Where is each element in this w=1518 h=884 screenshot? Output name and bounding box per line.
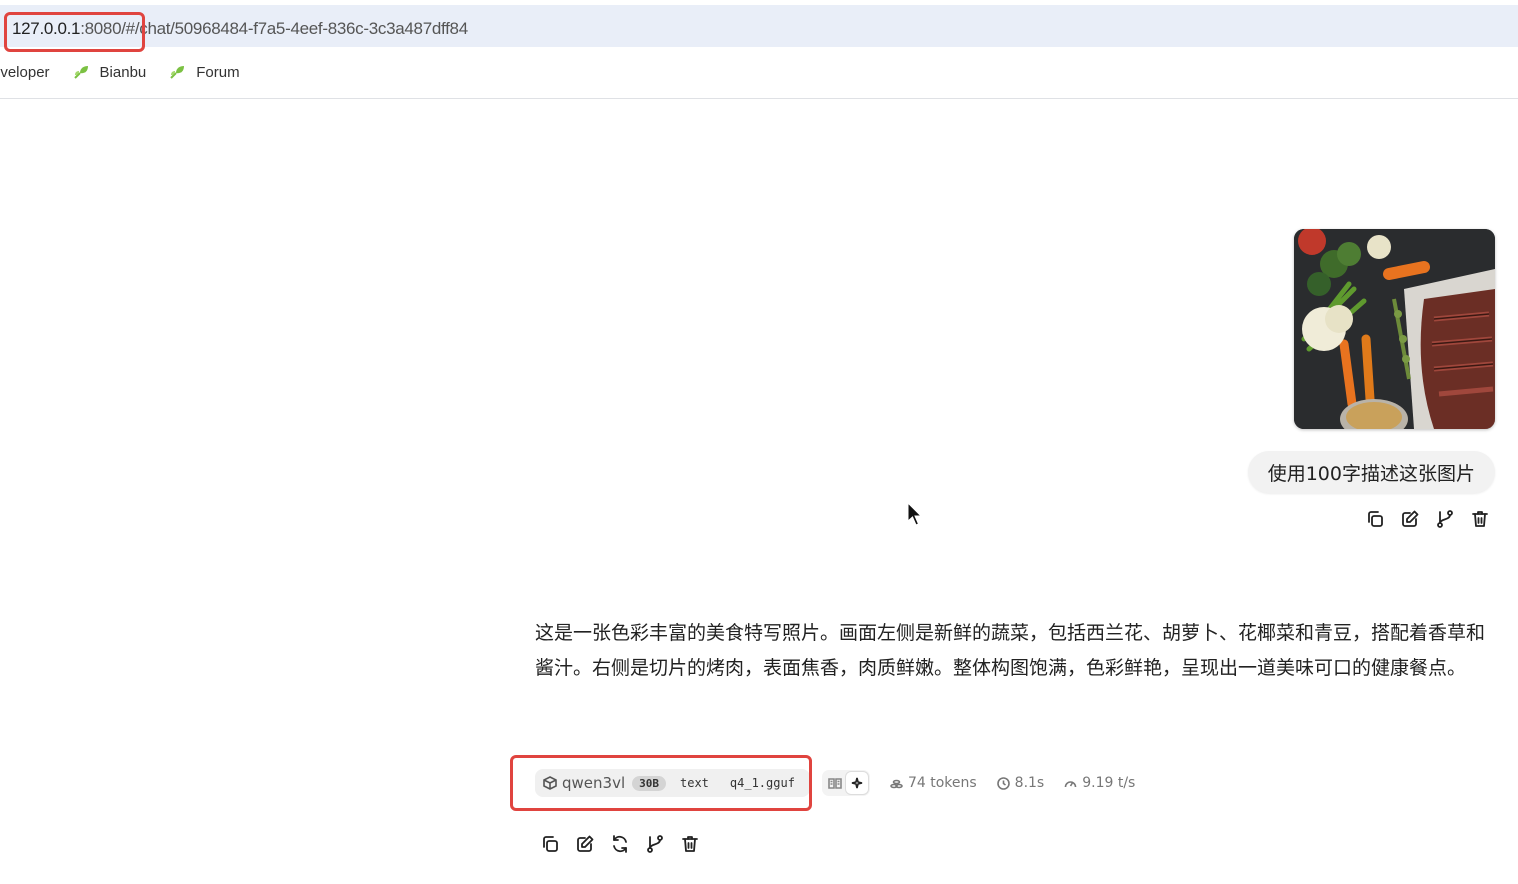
copy-button[interactable] xyxy=(539,833,561,855)
delete-button[interactable] xyxy=(679,833,701,855)
user-message-text: 使用100字描述这张图片 xyxy=(1267,462,1475,485)
edit-button[interactable] xyxy=(1399,508,1421,530)
bookmark-label: eveloper xyxy=(0,63,50,81)
generation-time: 8.1s xyxy=(1014,775,1045,791)
branch-button[interactable] xyxy=(1434,508,1456,530)
edit-icon xyxy=(1402,510,1419,527)
sparkle-icon xyxy=(851,777,863,789)
delete-icon xyxy=(682,836,698,852)
gauge-icon xyxy=(1064,780,1077,787)
view-mode-toggle xyxy=(821,770,870,796)
edit-icon xyxy=(577,835,594,852)
assistant-message-text: 这是一张色彩丰富的美食特写照片。画面左侧是新鲜的蔬菜，包括西兰花、胡萝卜、花椰菜… xyxy=(535,622,1486,679)
speed-stat: 9.19 t/s xyxy=(1064,775,1135,791)
copy-button[interactable] xyxy=(1364,508,1386,530)
mouse-cursor-icon xyxy=(907,502,923,526)
edit-button[interactable] xyxy=(574,833,596,855)
leaf-icon xyxy=(73,66,88,79)
toolbar-divider xyxy=(0,98,1518,99)
url-path: #/chat/50968484-f7a5-4eef-836c-3c3a487df… xyxy=(125,19,468,38)
highlight-model-badge xyxy=(510,755,812,811)
time-stat: 8.1s xyxy=(996,775,1045,791)
bookmark-forum[interactable]: Forum xyxy=(168,63,240,81)
token-count: 74 tokens xyxy=(907,775,977,791)
regenerate-button[interactable] xyxy=(609,833,631,855)
reading-mode-button[interactable] xyxy=(824,772,846,794)
tokens-icon xyxy=(890,779,903,788)
bookmark-bianbu[interactable]: Bianbu xyxy=(72,63,147,81)
regenerate-icon xyxy=(613,835,627,853)
user-message-actions xyxy=(1364,508,1504,530)
user-message-bubble: 使用100字描述这张图片 xyxy=(1247,451,1495,493)
user-image-attachment[interactable] xyxy=(1294,229,1495,429)
sparkle-mode-button[interactable] xyxy=(845,772,868,794)
token-count-stat: 74 tokens xyxy=(890,775,977,791)
bookmark-label: Forum xyxy=(196,63,240,81)
bookmark-label: Bianbu xyxy=(99,63,147,81)
leaf-icon xyxy=(170,66,185,79)
bookmark-developer[interactable]: eveloper xyxy=(0,64,50,81)
branch-icon xyxy=(1437,510,1453,528)
branch-button[interactable] xyxy=(644,833,666,855)
highlight-url-host xyxy=(4,12,145,52)
assistant-message-actions xyxy=(539,833,714,855)
bookmarks-bar: eveloper Bianbu Forum xyxy=(0,56,1518,88)
branch-icon xyxy=(647,835,663,853)
address-bar[interactable]: 127.0.0.1:8080/#/chat/50968484-f7a5-4eef… xyxy=(0,5,1518,47)
book-icon xyxy=(828,778,842,789)
delete-icon xyxy=(1472,511,1488,527)
clock-icon xyxy=(996,776,1010,790)
copy-icon xyxy=(1368,511,1383,527)
copy-icon xyxy=(543,836,558,852)
delete-button[interactable] xyxy=(1469,508,1491,530)
food-photo xyxy=(1294,229,1495,429)
generation-speed: 9.19 t/s xyxy=(1082,775,1136,791)
